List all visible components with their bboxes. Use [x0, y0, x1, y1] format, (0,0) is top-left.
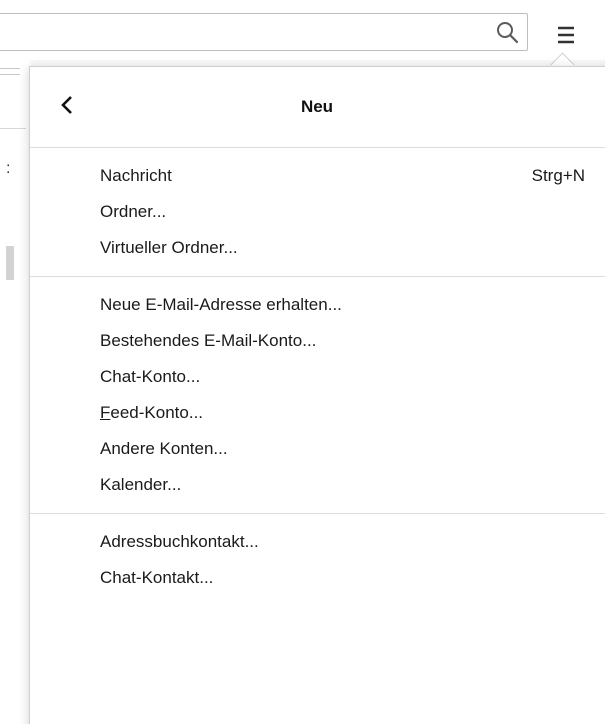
menu-item-label: Chat-Konto... — [100, 367, 201, 386]
search-icon[interactable] — [495, 20, 519, 44]
menu-item-calendar[interactable]: Kalender... — [30, 467, 605, 503]
menu-item-chat-contact[interactable]: Chat-Kontakt... — [30, 560, 605, 596]
menu-item-shortcut: Strg+N — [531, 166, 585, 185]
hamburger-menu-icon[interactable] — [549, 18, 583, 52]
menu-item-message[interactable]: Nachricht Strg+N — [30, 158, 605, 194]
menu-item-existing-email-account[interactable]: Bestehendes E-Mail-Konto... — [30, 323, 605, 359]
menu-item-virtual-folder[interactable]: Virtueller Ordner... — [30, 230, 605, 266]
divider — [0, 68, 20, 69]
background-scrollbar — [6, 246, 14, 280]
menu-item-feed-account[interactable]: Feed-Konto... — [30, 395, 605, 431]
menu-item-other-accounts[interactable]: Andere Konten... — [30, 431, 605, 467]
menu-section-new-items: Nachricht Strg+N Ordner... Virtueller Or… — [30, 148, 605, 277]
divider — [0, 128, 26, 129]
background-glyph: : — [6, 160, 11, 177]
background-window-content: : — [0, 60, 30, 724]
menu-section-accounts: Neue E-Mail-Adresse erhalten... Bestehen… — [30, 277, 605, 514]
menu-item-label: Virtueller Ordner... — [100, 238, 238, 257]
panel-header: Neu — [30, 67, 605, 148]
app-window: : Neu Nachricht Strg+N Ordner... Virtuel… — [0, 0, 605, 724]
menu-item-new-email-address[interactable]: Neue E-Mail-Adresse erhalten... — [30, 287, 605, 323]
menu-item-folder[interactable]: Ordner... — [30, 194, 605, 230]
menu-item-label: Kalender... — [100, 475, 182, 494]
divider — [0, 74, 20, 75]
menu-item-chat-account[interactable]: Chat-Konto... — [30, 359, 605, 395]
menu-item-label: Adressbuchkontakt... — [100, 532, 259, 551]
menu-item-label: Chat-Kontakt... — [100, 568, 214, 587]
menu-item-label: Nachricht — [100, 166, 172, 185]
search-input[interactable] — [0, 13, 528, 51]
new-submenu-panel: Neu Nachricht Strg+N Ordner... Virtuelle… — [29, 66, 605, 724]
menu-item-label: Andere Konten... — [100, 439, 228, 458]
menu-item-label: Neue E-Mail-Adresse erhalten... — [100, 295, 342, 314]
panel-title: Neu — [300, 97, 334, 116]
menu-item-label: Bestehendes E-Mail-Konto... — [100, 331, 317, 350]
toolbar — [0, 0, 605, 60]
menu-item-label: Ordner... — [100, 202, 167, 221]
menu-item-label: Feed-Konto... — [100, 403, 204, 422]
menu-item-address-book-contact[interactable]: Adressbuchkontakt... — [30, 524, 605, 560]
menu-section-contacts: Adressbuchkontakt... Chat-Kontakt... — [30, 514, 605, 606]
